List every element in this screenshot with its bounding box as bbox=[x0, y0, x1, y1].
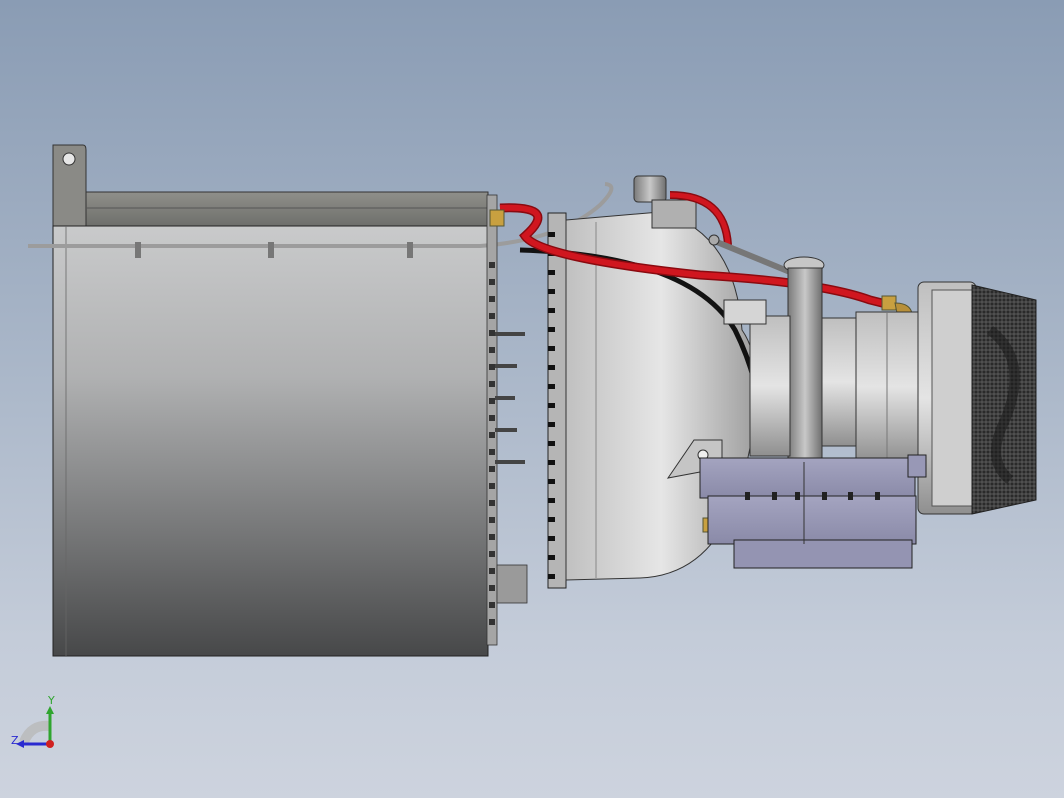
ring-bolt bbox=[548, 365, 555, 370]
flange-bolt bbox=[489, 364, 495, 370]
ring-bolt bbox=[548, 555, 555, 560]
air-pipe[interactable] bbox=[787, 267, 823, 459]
ring-bolt bbox=[548, 422, 555, 427]
flange-bolt bbox=[489, 568, 495, 574]
module-screw bbox=[795, 492, 800, 500]
ring-bolt bbox=[548, 346, 555, 351]
flange-bolt bbox=[489, 347, 495, 353]
ring-bolt bbox=[548, 574, 555, 579]
graphics-viewport[interactable]: Y Z bbox=[0, 0, 1064, 798]
blower-neck[interactable] bbox=[749, 315, 791, 457]
flange-bolt bbox=[489, 381, 495, 387]
top-rail[interactable] bbox=[85, 191, 489, 227]
mounting-bracket bbox=[651, 199, 697, 229]
hose-fitting bbox=[881, 295, 897, 311]
hose-fitting bbox=[489, 209, 505, 227]
module-screw bbox=[875, 492, 880, 500]
flange-bolt bbox=[489, 262, 495, 268]
ring-bolt bbox=[548, 232, 555, 237]
adapter-ring[interactable] bbox=[547, 212, 567, 589]
flange-bolt bbox=[489, 551, 495, 557]
ring-bolt bbox=[548, 479, 555, 484]
flange-bolt bbox=[489, 602, 495, 608]
ring-bolt bbox=[548, 441, 555, 446]
flange-bolt bbox=[489, 466, 495, 472]
triad-axes bbox=[16, 706, 54, 748]
ring-bolt bbox=[548, 517, 555, 522]
ring-bolt bbox=[548, 498, 555, 503]
flange-bolt bbox=[489, 449, 495, 455]
cad-model[interactable] bbox=[0, 0, 1064, 798]
lifting-lug[interactable] bbox=[52, 144, 87, 231]
ring-bolt bbox=[548, 308, 555, 313]
flange-bolt bbox=[489, 517, 495, 523]
module-screw bbox=[848, 492, 853, 500]
flange-bolt bbox=[489, 534, 495, 540]
module-screw bbox=[822, 492, 827, 500]
main-housing[interactable] bbox=[52, 225, 489, 657]
flange-bolt bbox=[489, 585, 495, 591]
flange-bolt bbox=[489, 483, 495, 489]
housing-flange[interactable] bbox=[486, 194, 528, 646]
z-axis-label: Z bbox=[11, 734, 19, 747]
ring-bolt bbox=[548, 327, 555, 332]
ring-bolt bbox=[548, 403, 555, 408]
flange-bolt bbox=[489, 619, 495, 625]
flange-bolt bbox=[489, 398, 495, 404]
ring-bolt bbox=[548, 460, 555, 465]
ring-bolt bbox=[548, 384, 555, 389]
coordinate-triad: Y Z bbox=[6, 694, 70, 760]
flange-bolt bbox=[489, 279, 495, 285]
ring-bolt bbox=[548, 536, 555, 541]
ring-bolt bbox=[548, 289, 555, 294]
ring-bolt bbox=[548, 270, 555, 275]
x-axis-dot bbox=[46, 740, 54, 748]
flange-bolt bbox=[489, 500, 495, 506]
y-axis-label: Y bbox=[48, 694, 55, 707]
flange-bolt bbox=[489, 432, 495, 438]
flange-bolt bbox=[489, 313, 495, 319]
flange-bolt bbox=[489, 415, 495, 421]
flange-bolt bbox=[489, 296, 495, 302]
module-screw bbox=[772, 492, 777, 500]
top-nozzle[interactable] bbox=[633, 175, 667, 203]
module-screw bbox=[745, 492, 750, 500]
flange-bolt bbox=[489, 330, 495, 336]
